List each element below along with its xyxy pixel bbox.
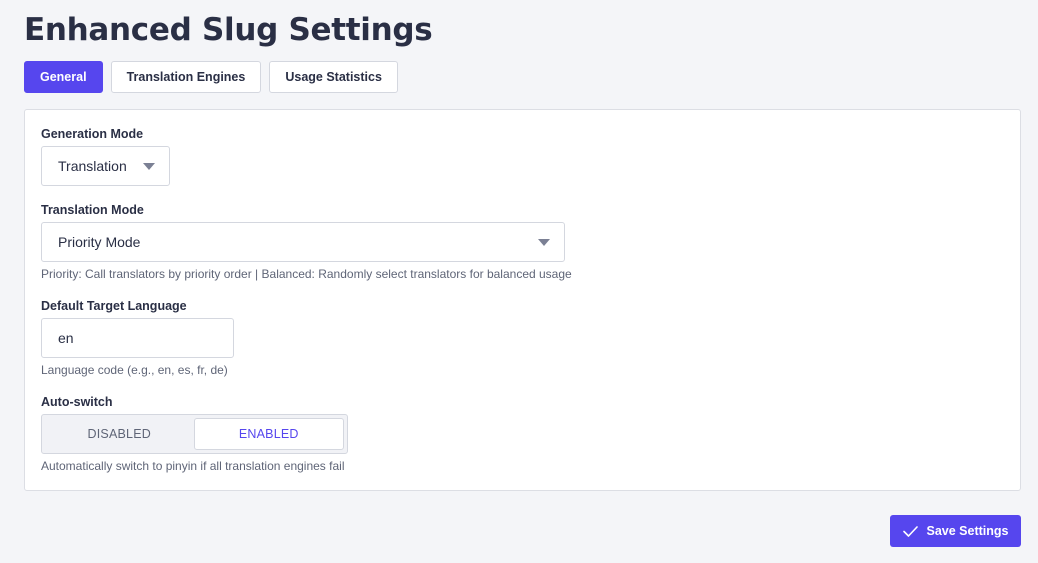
default-target-language-label: Default Target Language: [41, 299, 187, 313]
save-settings-label: Save Settings: [926, 524, 1009, 538]
translation-mode-label: Translation Mode: [41, 203, 144, 217]
tab-usage-statistics[interactable]: Usage Statistics: [269, 61, 398, 93]
tab-general[interactable]: General: [24, 61, 103, 93]
auto-switch-label: Auto-switch: [41, 395, 113, 409]
auto-switch-help: Automatically switch to pinyin if all tr…: [41, 459, 345, 473]
auto-switch-enabled-option[interactable]: ENABLED: [193, 418, 344, 450]
page-title: Enhanced Slug Settings: [24, 12, 433, 48]
auto-switch-toggle: DISABLED ENABLED: [41, 414, 348, 454]
chevron-down-icon: [143, 163, 155, 170]
checkmark-icon: [902, 525, 918, 537]
default-target-language-input[interactable]: [41, 318, 234, 358]
default-target-language-help: Language code (e.g., en, es, fr, de): [41, 363, 228, 377]
generation-mode-label: Generation Mode: [41, 127, 144, 141]
settings-card: Generation Mode Translation Translation …: [24, 109, 1021, 491]
translation-mode-value: Priority Mode: [58, 234, 141, 250]
settings-page: Enhanced Slug Settings General Translati…: [0, 0, 1038, 563]
translation-mode-select[interactable]: Priority Mode: [41, 222, 565, 262]
generation-mode-value: Translation: [58, 158, 127, 174]
settings-tabs: General Translation Engines Usage Statis…: [24, 61, 398, 93]
tab-translation-engines[interactable]: Translation Engines: [110, 61, 262, 93]
chevron-down-icon: [538, 239, 550, 246]
save-settings-button[interactable]: Save Settings: [890, 515, 1021, 547]
translation-mode-help: Priority: Call translators by priority o…: [41, 267, 572, 281]
auto-switch-disabled-option[interactable]: DISABLED: [45, 418, 194, 450]
generation-mode-select[interactable]: Translation: [41, 146, 170, 186]
